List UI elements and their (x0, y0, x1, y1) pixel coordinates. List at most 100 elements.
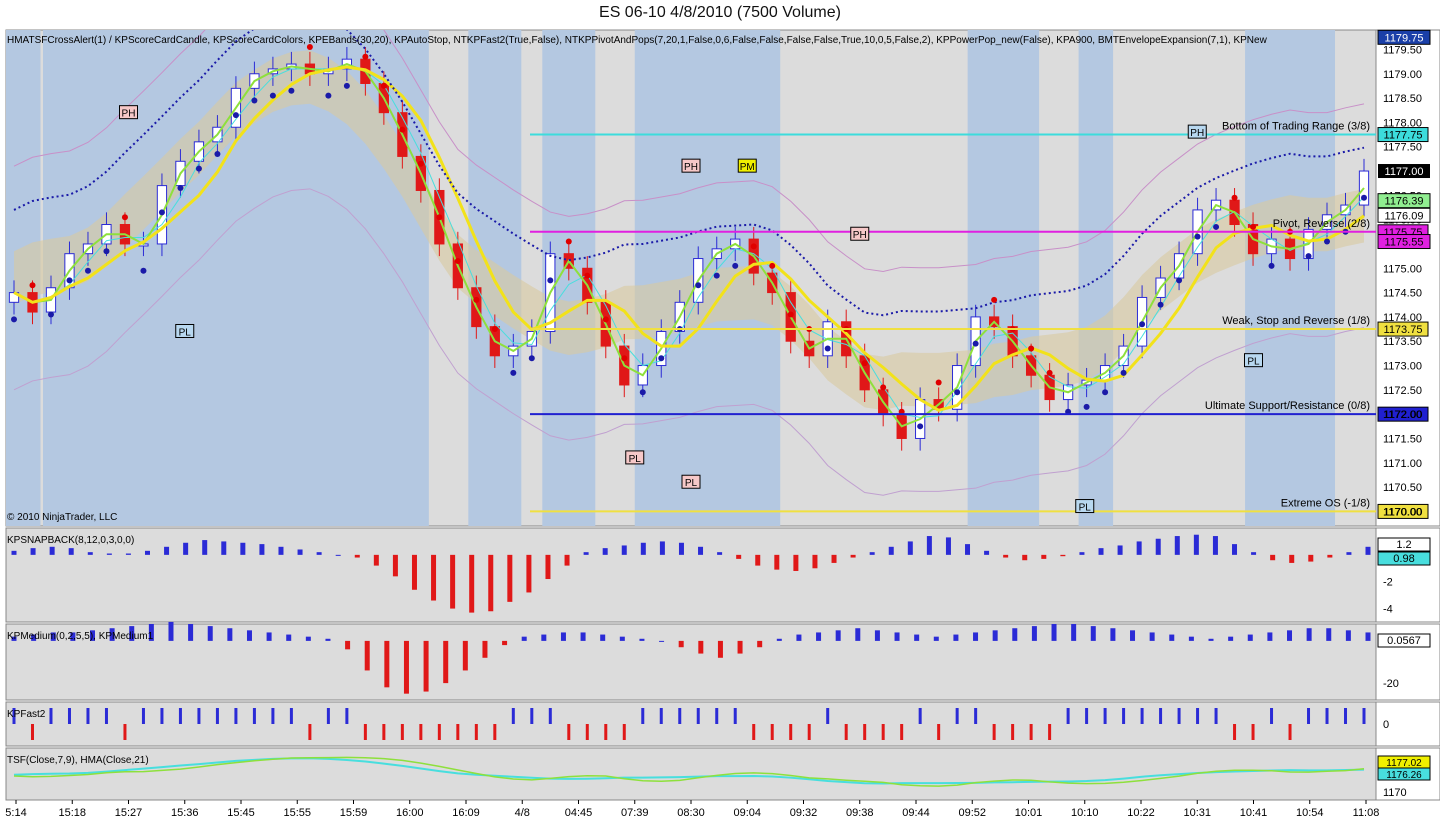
snapback-bar (640, 542, 646, 555)
kpmedium-bar (1051, 624, 1057, 641)
kpmedium-bar (1287, 630, 1293, 641)
x-tick-label: 15:36 (171, 807, 199, 819)
snapback-bar (87, 552, 93, 555)
pivot-marker-text: PL (685, 478, 698, 489)
kpfast2-signal (511, 708, 515, 724)
kpfast2-signal (1325, 708, 1329, 724)
red-dot (362, 53, 369, 60)
kpmedium-bar (1267, 632, 1273, 641)
kpfast2-signal (1048, 724, 1052, 740)
kpfast2-signal (308, 724, 312, 740)
kpmedium-bar (541, 634, 547, 641)
red-dot (750, 243, 757, 250)
snapback-bar (564, 554, 570, 566)
x-tick-label: 16:00 (396, 807, 424, 819)
red-dot (1028, 345, 1035, 352)
kpmedium-bar (403, 640, 409, 694)
kpfast2-signal (548, 708, 552, 724)
indicator-list: HMATSFCrossAlert(1) / KPScoreCardCandle,… (7, 35, 1268, 46)
snapback-bar (888, 546, 894, 555)
kpfast2-signal (992, 724, 996, 740)
level-tag-text: 1173.75 (1384, 324, 1423, 336)
kpfast2-signal (493, 724, 497, 740)
snapback-bar (144, 550, 150, 555)
price-tick-label: 1175.00 (1383, 263, 1422, 275)
snapback-bar (1346, 552, 1352, 555)
blue-dot (288, 87, 295, 94)
kpfast2-signal (197, 708, 201, 724)
kpmedium-bar (639, 638, 645, 641)
kpfast2-signal (1344, 708, 1348, 724)
kpmedium-bar (600, 634, 606, 641)
x-tick-label: 10:41 (1240, 807, 1268, 819)
kpmedium-bar (816, 632, 822, 641)
red-dot (473, 296, 480, 303)
kpmedium-bar (286, 634, 292, 641)
kpmedium-tick: -20 (1383, 678, 1399, 690)
x-tick-label: 10:22 (1127, 807, 1155, 819)
kpfast2-signal (604, 724, 608, 740)
kpfast2-signal (770, 724, 774, 740)
kpfast2-signal (918, 708, 922, 724)
kpfast2-signal (641, 708, 645, 724)
snapback-label: KPSNAPBACK(8,12,0,3,0,0) (7, 535, 134, 546)
snapback-bar (736, 554, 742, 559)
kpmedium-bar (757, 640, 763, 648)
kpmedium-bar (855, 628, 861, 641)
red-dot (991, 296, 998, 303)
snapback-bar (755, 554, 761, 566)
kpfast2-signal (585, 724, 589, 740)
kpfast2-signal (1196, 708, 1200, 724)
kpfast2-signal (400, 724, 404, 740)
snapback-bar (125, 553, 131, 555)
red-dot (380, 82, 387, 89)
snapback-bar (793, 554, 799, 571)
snapback-bar (1270, 554, 1276, 561)
snapback-bar (469, 554, 475, 613)
chart-svg[interactable]: Bottom of Trading Range (3/8) 1177.75 Pivo… (0, 26, 1440, 840)
pivot-marker-text: PH (1190, 128, 1204, 139)
snapback-bar (526, 554, 532, 593)
window-title: ES 06-10 4/8/2010 (7500 Volume) (599, 4, 841, 21)
price-tick-label: 1179.00 (1383, 69, 1422, 81)
level-tag-text: 1177.75 (1384, 130, 1423, 142)
blue-dot (547, 277, 554, 284)
snapback-bar (1117, 545, 1123, 555)
snapback-bar (411, 554, 417, 590)
snapback-bar (183, 542, 189, 555)
snapback-bar (335, 554, 341, 556)
price-tick-label: 1174.50 (1383, 288, 1422, 300)
kpfast2-signal (715, 708, 719, 724)
kpmedium-bar (1326, 628, 1332, 641)
blue-dot (1324, 238, 1331, 245)
kpmedium-bar (776, 638, 782, 641)
snapback-bar (297, 549, 303, 555)
blue-dot (1268, 262, 1275, 269)
kpfast2-signal (1214, 708, 1218, 724)
price-tick-label: 1174.00 (1383, 312, 1422, 324)
kpmedium-bar (992, 630, 998, 641)
blue-dot (177, 185, 184, 192)
kpfast2-signal (271, 708, 275, 724)
kpfast2-signal (659, 708, 663, 724)
kpmedium-bar (423, 640, 429, 692)
snapback-bar (373, 554, 379, 566)
kpmedium-bar (1306, 628, 1312, 641)
kpfast2-signal (141, 708, 145, 724)
snapback-bar (488, 554, 494, 612)
snapback-bar (1365, 546, 1371, 555)
kpmedium-bar (266, 632, 272, 641)
kpfast2-signal (826, 708, 830, 724)
snapback-bar (1232, 544, 1238, 555)
blue-dot (103, 248, 110, 255)
red-dot (769, 262, 776, 269)
snapback-bar (1174, 536, 1180, 555)
snapback-bar (1136, 541, 1142, 555)
level-label: Ultimate Support/Resistance (0/8) (1205, 400, 1370, 412)
price-tick-label: 1178.00 (1383, 117, 1422, 129)
blue-dot (528, 355, 535, 362)
kpmedium-bar (227, 628, 233, 641)
kpmedium-bar (874, 630, 880, 641)
blue-dot (1361, 194, 1367, 201)
red-dot (436, 214, 443, 221)
